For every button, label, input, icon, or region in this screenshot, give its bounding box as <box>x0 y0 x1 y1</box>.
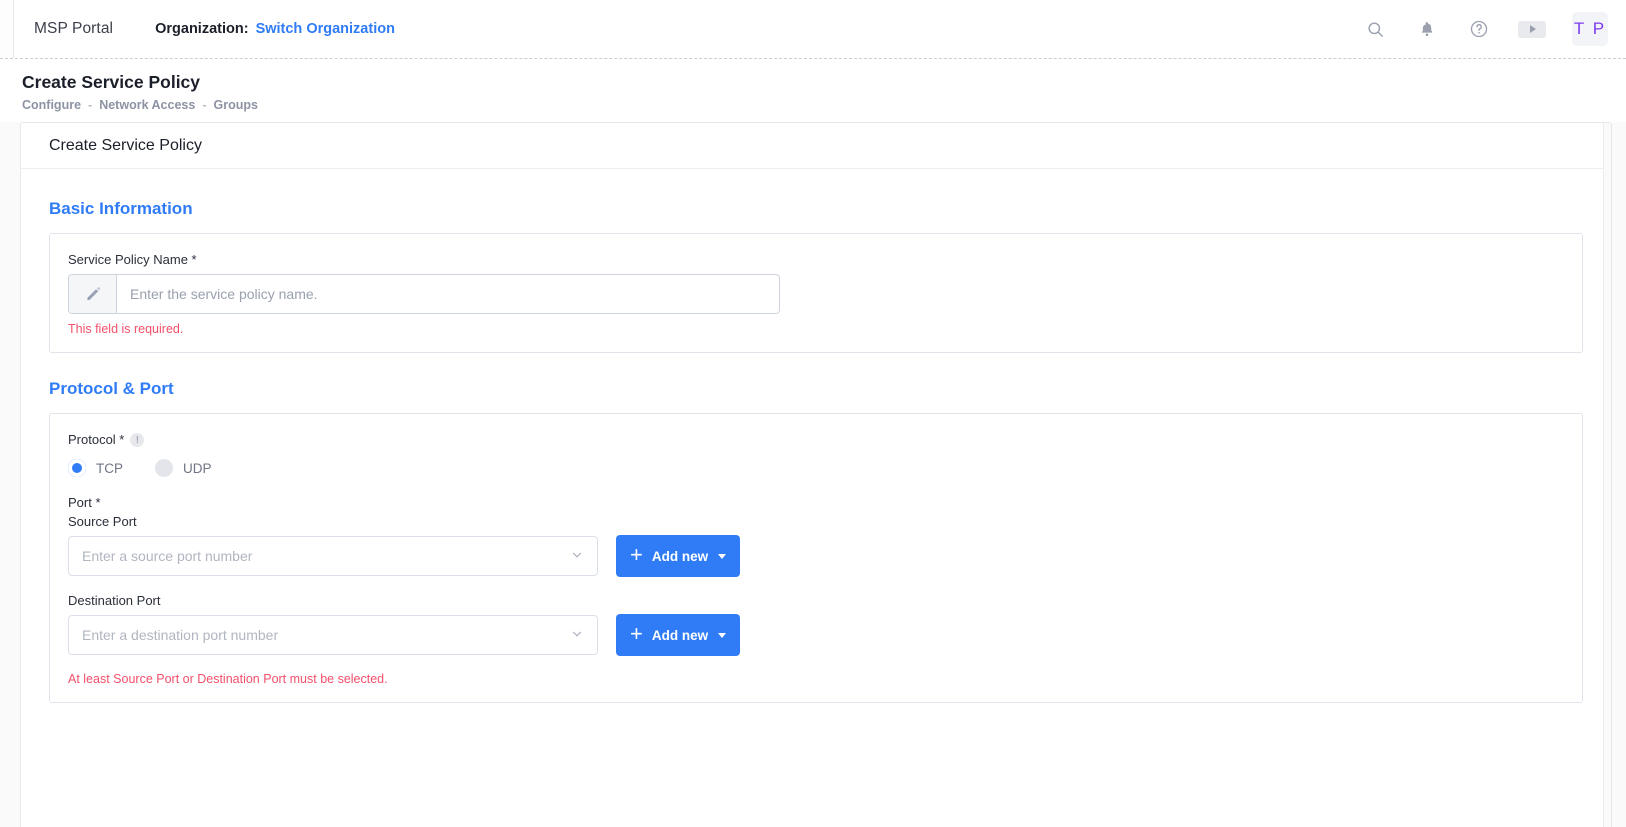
caret-down-icon <box>718 554 726 559</box>
add-new-source-port-button[interactable]: + Add new <box>616 535 740 577</box>
source-port-select[interactable]: Enter a source port number <box>68 536 598 576</box>
topbar-right-group: T P <box>1362 12 1626 46</box>
organization-label: Organization: <box>155 21 248 37</box>
breadcrumb-separator: - <box>88 98 92 112</box>
add-new-source-port-label: Add new <box>652 549 708 564</box>
breadcrumb-item-configure[interactable]: Configure <box>22 98 81 112</box>
chevron-down-icon <box>570 548 584 565</box>
service-policy-name-label: Service Policy Name * <box>68 252 1564 267</box>
destination-port-select[interactable]: Enter a destination port number <box>68 615 598 655</box>
create-service-policy-card: Create Service Policy Basic Information … <box>20 122 1612 827</box>
switch-organization-link[interactable]: Switch Organization <box>256 21 395 37</box>
breadcrumb: Configure - Network Access - Groups <box>22 98 1626 112</box>
plus-icon: + <box>630 544 643 566</box>
caret-down-icon <box>718 633 726 638</box>
info-icon[interactable]: ! <box>130 433 144 447</box>
question-circle-icon[interactable] <box>1466 16 1492 42</box>
service-policy-name-error: This field is required. <box>68 322 1564 336</box>
protocol-port-fieldset: Protocol *! TCP UDP Port * Source Port E… <box>49 413 1583 704</box>
chevron-down-icon <box>570 627 584 644</box>
play-triangle <box>1530 25 1536 33</box>
breadcrumb-item-groups[interactable]: Groups <box>214 98 258 112</box>
page-title: Create Service Policy <box>22 71 1626 95</box>
card-title: Create Service Policy <box>21 123 1611 169</box>
page-body: Create Service Policy Basic Information … <box>0 122 1626 827</box>
sidebar-rail <box>0 0 14 58</box>
service-policy-name-placeholder[interactable]: Enter the service policy name. <box>117 275 779 313</box>
card-body: Basic Information Service Policy Name * … <box>21 169 1611 827</box>
avatar[interactable]: T P <box>1572 12 1608 46</box>
protocol-label-row: Protocol *! <box>68 432 1564 448</box>
radio-label-tcp[interactable]: TCP <box>96 461 123 476</box>
pencil-icon <box>69 275 117 313</box>
play-icon[interactable] <box>1518 21 1546 38</box>
breadcrumb-item-network-access[interactable]: Network Access <box>99 98 195 112</box>
topbar-left-group: MSP Portal Organization: Switch Organiza… <box>0 20 395 38</box>
add-new-destination-port-button[interactable]: + Add new <box>616 614 740 656</box>
protocol-radio-group: TCP UDP <box>68 459 1564 477</box>
radio-tcp[interactable] <box>68 459 86 477</box>
source-port-row: Enter a source port number + Add new <box>68 535 1564 577</box>
section-title-protocol-port: Protocol & Port <box>49 379 1583 399</box>
port-label: Port * <box>68 495 1564 510</box>
port-error: At least Source Port or Destination Port… <box>68 672 1564 686</box>
section-title-basic-information: Basic Information <box>49 199 1583 219</box>
basic-information-fieldset: Service Policy Name * Enter the service … <box>49 233 1583 353</box>
port-block: Port * Source Port Enter a source port n… <box>68 495 1564 686</box>
search-icon[interactable] <box>1362 16 1388 42</box>
app-brand: MSP Portal <box>34 20 113 38</box>
service-policy-name-input[interactable]: Enter the service policy name. <box>68 274 780 314</box>
source-port-placeholder: Enter a source port number <box>82 548 252 564</box>
protocol-label: Protocol * <box>68 432 124 447</box>
destination-port-label: Destination Port <box>68 593 1564 608</box>
page-header: Create Service Policy Configure - Networ… <box>0 59 1626 122</box>
destination-port-row: Enter a destination port number + Add ne… <box>68 614 1564 656</box>
radio-udp[interactable] <box>155 459 173 477</box>
bell-icon[interactable] <box>1414 16 1440 42</box>
plus-icon: + <box>630 623 643 645</box>
destination-port-placeholder: Enter a destination port number <box>82 627 278 643</box>
breadcrumb-separator: - <box>202 98 206 112</box>
top-navigation-bar: MSP Portal Organization: Switch Organiza… <box>0 0 1626 59</box>
add-new-destination-port-label: Add new <box>652 628 708 643</box>
vertical-scrollbar[interactable] <box>1603 123 1611 827</box>
source-port-label: Source Port <box>68 514 1564 529</box>
radio-label-udp[interactable]: UDP <box>183 461 212 476</box>
